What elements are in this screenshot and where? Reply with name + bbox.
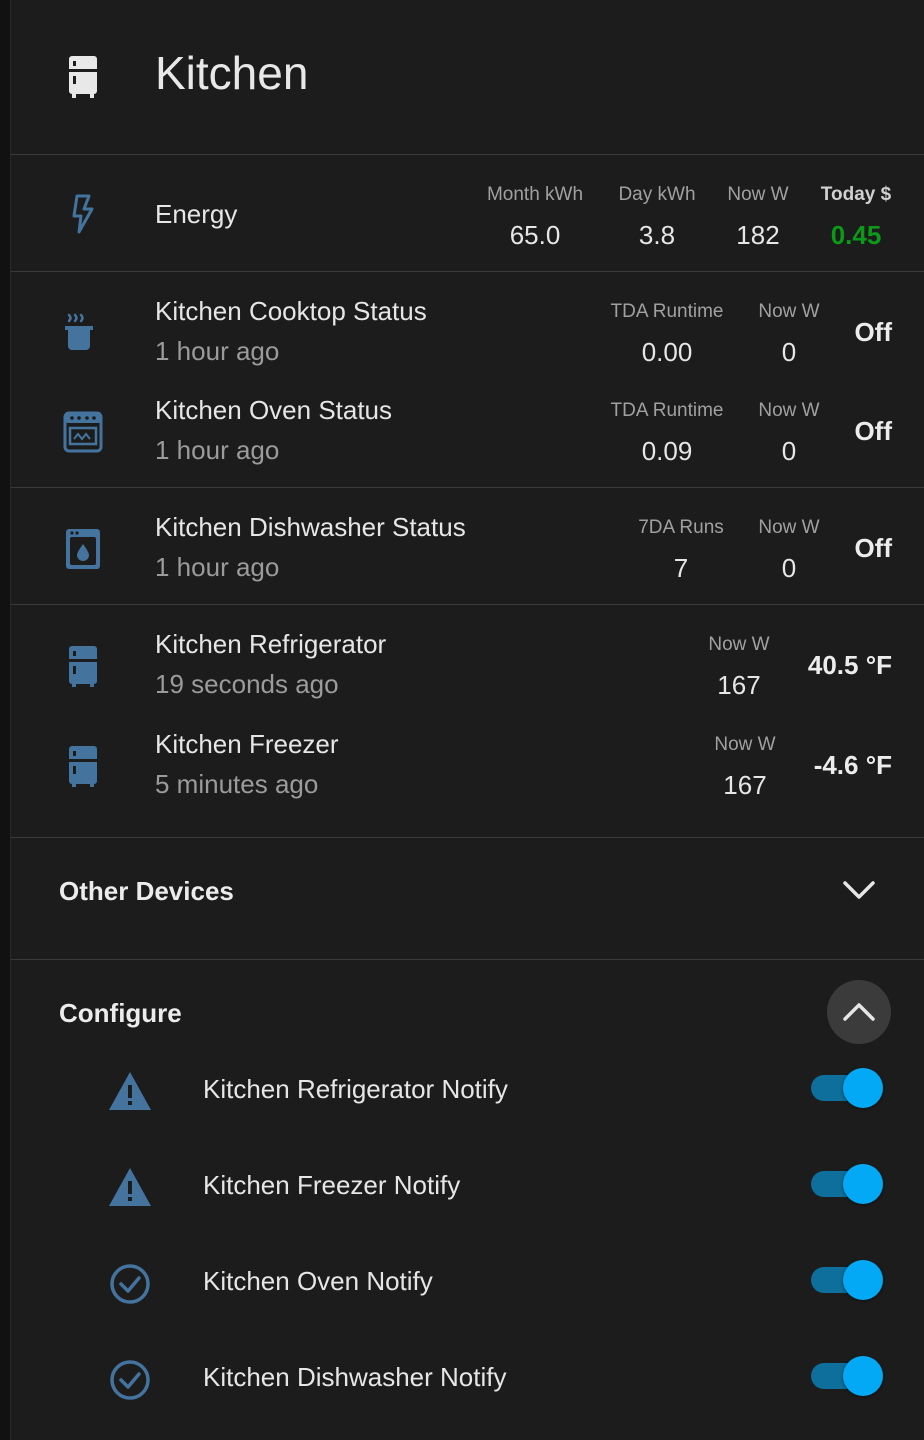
divider [11,487,924,488]
stat-value: 0.09 [641,436,693,466]
stat-label: Now W [758,301,820,322]
refrigerator-power-stat: Now W 167 [701,634,777,701]
lightning-icon [61,192,105,236]
dishwasher-last-changed: 1 hour ago [155,552,280,582]
oven-power-stat: Now W 0 [751,400,827,467]
stat-value: 182 [736,220,780,250]
divider [11,959,924,960]
alert-icon [107,1068,153,1114]
stat-value: 0 [781,436,797,466]
oven-notify-toggle[interactable] [811,1260,883,1300]
dishwasher-state: Off [854,533,892,563]
refrigerator-last-changed: 19 seconds ago [155,669,339,699]
stat-label: Now W [708,634,770,655]
refrigerator-name[interactable]: Kitchen Refrigerator [155,629,386,660]
freezer-name[interactable]: Kitchen Freezer [155,729,339,760]
stat-label: Now W [758,400,820,421]
freezer-notify-label: Kitchen Freezer Notify [203,1170,461,1200]
toggle-thumb [843,1356,883,1396]
expand-button[interactable] [827,858,891,922]
toggle-thumb [843,1164,883,1204]
month-kwh-stat: Month kWh 65.0 [475,184,595,251]
chevron-down-icon [843,881,875,899]
stat-label: TDA Runtime [610,400,724,421]
stat-label: Day kWh [618,184,696,205]
freezer-last-changed: 5 minutes ago [155,769,319,799]
oven-state: Off [854,416,892,446]
stat-value: 0.00 [641,337,693,367]
chevron-up-icon [843,1003,875,1021]
cooktop-status-name[interactable]: Kitchen Cooktop Status [155,296,427,327]
stat-value: 7 [673,553,689,583]
dishwasher-runs-stat: 7DA Runs 7 [631,517,731,584]
stat-value: 0 [781,553,797,583]
oven-runtime-stat: TDA Runtime 0.09 [601,400,733,467]
oven-status-name[interactable]: Kitchen Oven Status [155,395,392,426]
dishwasher-power-stat: Now W 0 [751,517,827,584]
stat-label: Now W [758,517,820,538]
stat-value: 3.8 [638,220,676,250]
toggle-thumb [843,1068,883,1108]
alert-icon [107,1164,153,1210]
cooktop-state: Off [854,317,892,347]
check-circle-icon [107,1260,153,1306]
stat-label: Now W [714,734,776,755]
stove-icon[interactable] [61,409,105,453]
stat-value: 167 [723,770,767,800]
dishwasher-notify-label: Kitchen Dishwasher Notify [203,1362,507,1392]
freezer-power-stat: Now W 167 [707,734,783,801]
freezer-temperature: -4.6 °F [813,750,892,780]
freezer-notify-toggle[interactable] [811,1164,883,1204]
pot-steam-icon[interactable] [61,310,105,354]
oven-notify-label: Kitchen Oven Notify [203,1266,433,1296]
stat-label: Today $ [820,184,892,205]
cooktop-last-changed: 1 hour ago [155,336,280,366]
stat-label: 7DA Runs [638,517,724,538]
refrigerator-notify-label: Kitchen Refrigerator Notify [203,1074,508,1104]
divider [11,604,924,605]
stat-value: 0.45 [830,220,882,250]
stat-label: Month kWh [486,184,584,205]
fridge-icon [67,54,99,100]
cooktop-runtime-stat: TDA Runtime 0.00 [601,301,733,368]
now-w-stat: Now W 182 [717,184,799,251]
page-title: Kitchen [155,47,309,99]
stat-label: Now W [727,184,789,205]
other-devices-title[interactable]: Other Devices [59,876,234,907]
dishwasher-status-name[interactable]: Kitchen Dishwasher Status [155,512,466,543]
cooktop-power-stat: Now W 0 [751,301,827,368]
oven-last-changed: 1 hour ago [155,435,280,465]
stat-value: 0 [781,337,797,367]
dishwasher-icon[interactable] [61,526,105,570]
dishwasher-notify-toggle[interactable] [811,1356,883,1396]
energy-label[interactable]: Energy [155,199,237,230]
divider [11,837,924,838]
divider [11,271,924,272]
stat-label: TDA Runtime [610,301,724,322]
fridge-icon[interactable] [61,644,105,688]
fridge-icon[interactable] [61,744,105,788]
stat-value: 65.0 [509,220,561,250]
stat-value: 167 [717,670,761,700]
kitchen-card: Kitchen Energy Month kWh 65.0 Day kWh 3.… [10,0,924,1440]
day-kwh-stat: Day kWh 3.8 [607,184,707,251]
configure-title[interactable]: Configure [59,998,182,1029]
toggle-thumb [843,1260,883,1300]
divider [11,154,924,155]
refrigerator-notify-toggle[interactable] [811,1068,883,1108]
refrigerator-temperature: 40.5 °F [807,650,892,680]
today-cost-stat: Today $ 0.45 [811,184,901,251]
collapse-button[interactable] [827,980,891,1044]
check-circle-icon [107,1356,153,1402]
